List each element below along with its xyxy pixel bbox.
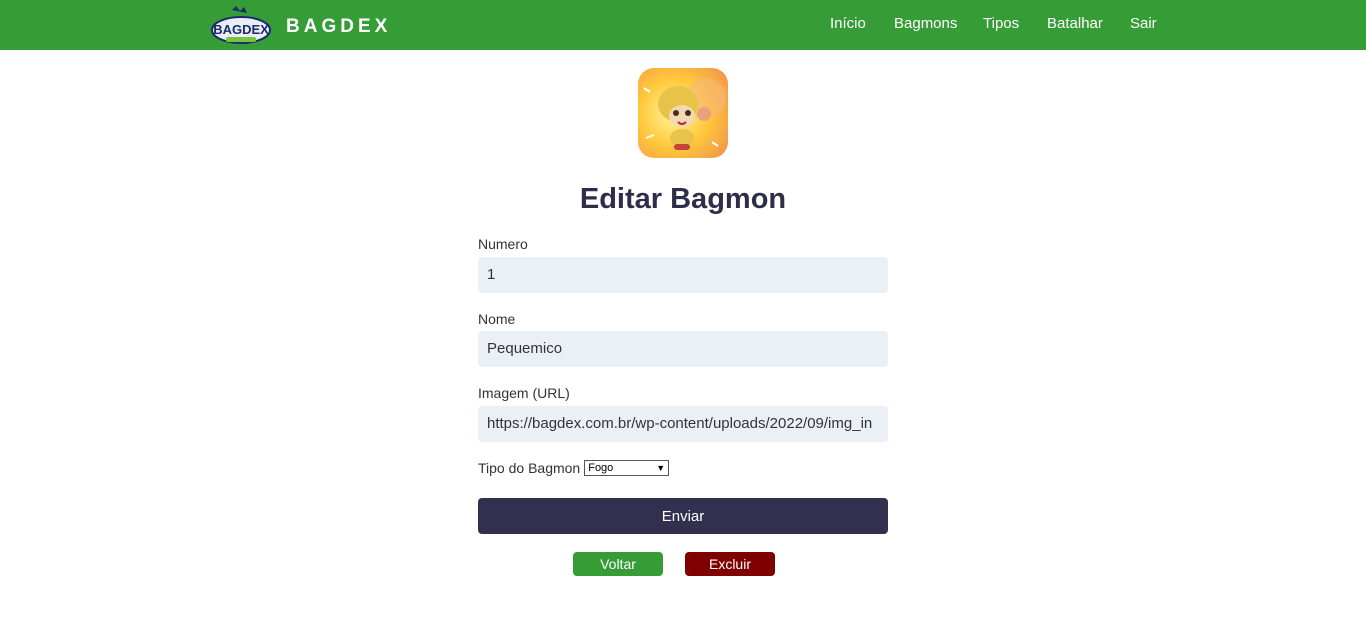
tipo-label: Tipo do Bagmon (478, 460, 581, 476)
nav-link-inicio[interactable]: Início (830, 15, 866, 32)
imagem-url-input[interactable]: https://bagdex.com.br/wp-content/uploads… (478, 406, 888, 442)
nav-links: Início Bagmons Tipos Batalhar Sair (0, 0, 1366, 50)
imagem-label: Imagem (URL) (478, 385, 570, 401)
tipo-row: Tipo do Bagmon Fogo ▼ (478, 460, 670, 476)
numero-label: Numero (478, 236, 528, 252)
navbar: BAGDEX BAGDEX Início Bagmons Tipos Batal… (0, 0, 1366, 50)
nome-input[interactable]: Pequemico (478, 331, 888, 367)
nav-link-batalhar[interactable]: Batalhar (1047, 15, 1103, 32)
nav-link-tipos[interactable]: Tipos (983, 15, 1019, 32)
tipo-selected-value: Fogo (588, 462, 614, 474)
back-button[interactable]: Voltar (573, 552, 663, 576)
numero-input[interactable]: 1 (478, 257, 888, 293)
nome-label: Nome (478, 311, 516, 327)
delete-button[interactable]: Excluir (685, 552, 775, 576)
bagmon-image (638, 68, 728, 158)
submit-button[interactable]: Enviar (478, 498, 888, 534)
chevron-down-icon: ▼ (656, 463, 666, 473)
nav-link-bagmons[interactable]: Bagmons (894, 15, 957, 32)
tipo-select[interactable]: Fogo ▼ (584, 460, 670, 476)
nav-link-sair[interactable]: Sair (1130, 15, 1157, 32)
page-title: Editar Bagmon (579, 183, 787, 215)
